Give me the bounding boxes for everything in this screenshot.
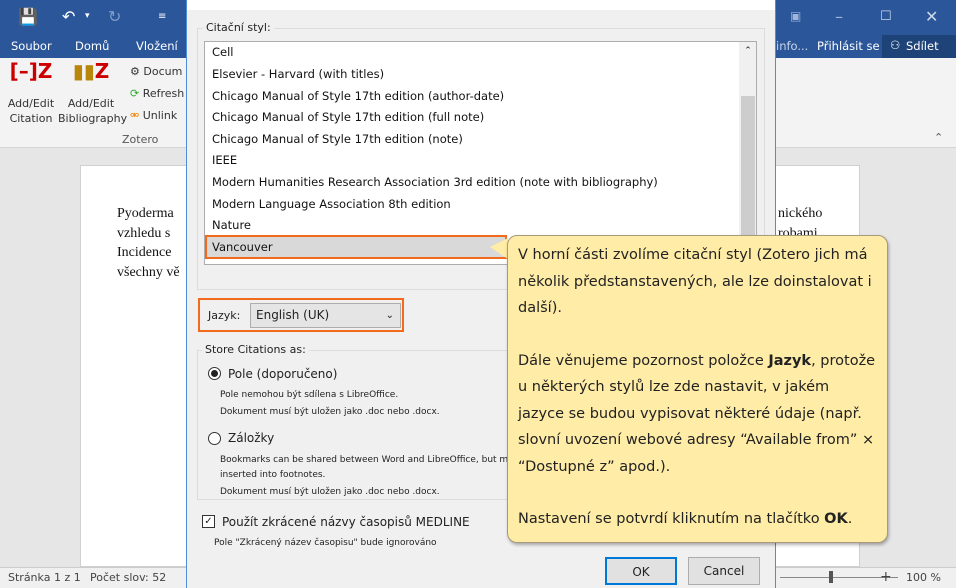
list-item[interactable]: Chicago Manual of Style 17th edition (no… [205,129,739,150]
list-item[interactable]: Chicago Manual of Style 17th edition (fu… [205,107,739,128]
ok-button[interactable]: OK [605,557,677,585]
fields-option-label[interactable]: Pole (doporučeno) [228,367,337,381]
refresh-icon: ⟳ [130,87,140,100]
refresh-button[interactable]: ⟳ Refresh [130,86,184,101]
list-item[interactable]: IEEE [205,150,739,171]
annotation-callout: V horní části zvolíme citační styl (Zote… [507,235,888,543]
gear-icon: ⚙ [130,65,140,78]
medline-checkbox[interactable]: ✓ [202,515,215,528]
fields-radio[interactable] [208,367,221,380]
bibliography-icon: ▮▮Z [72,59,110,83]
close-icon[interactable]: ✕ [925,7,938,26]
list-item[interactable]: Nature [205,215,739,236]
citation-style-list[interactable]: Cell Elsevier - Harvard (with titles) Ch… [204,41,757,265]
list-item[interactable]: Chicago Manual of Style 17th edition (au… [205,86,739,107]
cancel-button[interactable]: Cancel [688,557,760,585]
tab-file[interactable]: Soubor [11,39,52,53]
list-item-selected[interactable]: Vancouver [205,235,507,259]
tell-me[interactable]: info... [776,39,808,53]
language-label: Jazyk: [208,309,241,322]
tab-insert[interactable]: Vložení [136,39,178,53]
sign-in-link[interactable]: Přihlásit se [817,39,880,53]
citation-icon: [–]Z [9,59,53,83]
list-item[interactable]: Modern Language Association 8th edition [205,194,739,215]
undo-icon[interactable]: ↶ [62,7,75,26]
share-button[interactable]: ⚇ Sdílet [882,35,956,58]
minimize-icon[interactable]: – [835,7,843,26]
maximize-icon[interactable]: ☐ [880,9,892,24]
ribbon-group-label: Zotero [122,133,159,146]
zoom-slider-thumb[interactable] [829,571,833,583]
ribbon-display-icon[interactable]: ▣ [790,9,801,23]
medline-label[interactable]: Použít zkrácené názvy časopisů MEDLINE [222,515,470,529]
document-text[interactable]: Pyoderma vzhledu s Incidence všechny vě [117,204,180,282]
scrollbar-thumb[interactable] [741,96,755,236]
list-item[interactable]: Modern Humanities Research Association 3… [205,172,739,193]
word-count[interactable]: Počet slov: 52 [90,571,166,584]
customize-toolbar-icon[interactable]: ≡ [158,11,166,22]
tab-home[interactable]: Domů [75,39,109,53]
undo-dropdown-icon[interactable]: ▾ [85,11,90,21]
chevron-down-icon: ⌄ [385,310,394,321]
callout-pointer [490,238,508,259]
add-edit-citation-button[interactable]: [–]Z Add/Edit Citation [4,59,58,126]
save-icon[interactable]: 💾 [18,7,38,26]
bookmarks-radio[interactable] [208,432,221,445]
list-item[interactable]: Cell [205,42,739,63]
unlink-button[interactable]: ⚮ Unlink [130,108,177,123]
zoom-in-icon[interactable]: + [880,569,892,585]
list-item[interactable]: Elsevier - Harvard (with titles) [205,64,739,85]
unlink-icon: ⚮ [130,109,140,122]
document-preferences-button[interactable]: ⚙ Docum [130,64,182,79]
redo-icon[interactable]: ↻ [108,7,121,26]
page-count: Stránka 1 z 1 [8,571,81,584]
add-edit-bibliography-button[interactable]: ▮▮Z Add/Edit Bibliography [58,59,127,126]
citation-style-label: Citační styl: [203,21,274,34]
language-select[interactable]: English (UK) ⌄ [250,303,401,328]
user-add-icon: ⚇ [890,38,901,52]
scroll-up-icon[interactable]: ⌃ [739,42,756,60]
bookmarks-option-label[interactable]: Záložky [228,431,274,445]
zoom-level[interactable]: 100 % [906,571,941,584]
collapse-ribbon-icon[interactable]: ⌃ [934,130,943,145]
